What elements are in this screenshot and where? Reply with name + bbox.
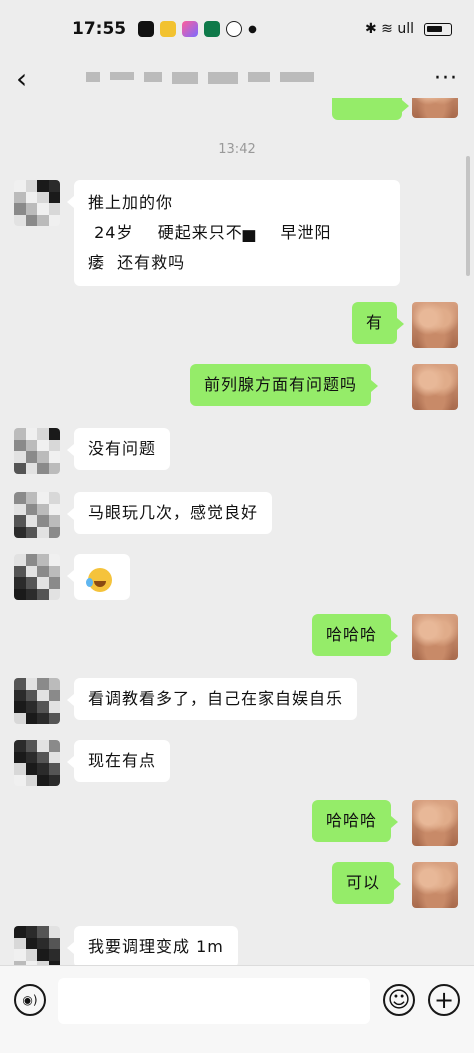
chat-title-redacted [86, 72, 314, 84]
avatar[interactable] [412, 862, 458, 908]
avatar[interactable] [412, 364, 458, 410]
avatar[interactable] [14, 740, 60, 786]
plus-icon[interactable]: + [428, 984, 460, 1016]
message-text: 马眼玩几次，感觉良好 [88, 503, 259, 522]
message-text: 推上加的你 [88, 193, 174, 212]
message-text: 我要调理变成 1m [88, 937, 224, 956]
message-bubble-received[interactable]: 没有问题 [66, 428, 171, 470]
message-text: 现在有点 [88, 751, 157, 770]
message-bubble-received[interactable]: 现在有点 [66, 740, 171, 782]
status-app-icons: ● [138, 21, 257, 37]
tiktok-icon [138, 21, 155, 37]
emoji-icon[interactable]: ☺ [383, 984, 415, 1016]
app-icon [204, 21, 221, 37]
back-chevron-icon[interactable]: ‹ [16, 62, 46, 95]
status-bar: 17:55 ● ✱ ≋ ull [0, 0, 474, 58]
chat-header: ‹ ··· [0, 58, 474, 98]
more-icon[interactable]: ··· [434, 66, 458, 91]
message-bubble-sent[interactable]: 可以 [332, 862, 402, 904]
status-time: 17:55 [72, 19, 127, 39]
avatar[interactable] [412, 614, 458, 660]
message-text: 哈哈哈 [326, 625, 378, 644]
message-bubble-sent[interactable]: 哈哈哈 [312, 800, 399, 842]
avatar[interactable] [412, 800, 458, 846]
message-text: 前列腺方面有问题吗 [204, 375, 358, 394]
message-bubble-received[interactable] [67, 554, 130, 600]
message-input[interactable] [58, 978, 370, 1024]
message-text: 没有问题 [88, 439, 157, 458]
avatar[interactable] [14, 926, 60, 965]
signal-icons: ✱ ≋ ull [364, 21, 414, 37]
avatar[interactable] [14, 180, 60, 226]
message-bubble-received[interactable]: 马眼玩几次，感觉良好 [66, 492, 273, 534]
message-bubble-sent[interactable] [332, 98, 409, 120]
avatar[interactable] [14, 428, 60, 474]
avatar[interactable] [412, 302, 458, 348]
avatar[interactable] [14, 678, 60, 724]
avatar[interactable] [14, 554, 60, 600]
app-icon [160, 21, 177, 37]
input-bar: ◉) ☺ + [0, 965, 474, 1053]
wechat-icon [226, 21, 243, 37]
message-bubble-received[interactable]: 看调教看多了，自己在家自娱自乐 [66, 678, 358, 720]
chat-message-list[interactable]: 13:42 推上加的你 24岁 硬起来只不▅ 早泄阳 痿 还有救吗 有 前列腺方… [0, 98, 474, 965]
message-text: 24岁 硬起来只不▅ 早泄阳 [88, 223, 332, 242]
message-row [0, 98, 474, 124]
message-text: 可以 [346, 873, 381, 892]
message-bubble-sent[interactable]: 前列腺方面有问题吗 [190, 364, 379, 406]
voice-icon[interactable]: ◉) [14, 984, 46, 1016]
scrollbar[interactable] [466, 156, 470, 276]
message-bubble-received[interactable]: 我要调理变成 1m [67, 926, 238, 965]
message-bubble-sent[interactable]: 哈哈哈 [312, 614, 399, 656]
laughing-crying-face-icon [86, 567, 112, 592]
message-text: 看调教看多了，自己在家自娱自乐 [88, 689, 344, 708]
message-text: 有 [366, 313, 384, 332]
message-bubble-received[interactable]: 推上加的你 24岁 硬起来只不▅ 早泄阳 痿 还有救吗 [67, 180, 400, 286]
message-text: 痿 还有救吗 [88, 253, 186, 272]
avatar[interactable] [14, 492, 60, 538]
dot-icon: ● [248, 23, 257, 35]
avatar[interactable] [412, 98, 458, 118]
timestamp: 13:42 [218, 142, 256, 157]
message-bubble-sent[interactable]: 有 [352, 302, 405, 344]
app-icon [182, 21, 199, 37]
battery-icon [424, 22, 452, 36]
message-text: 哈哈哈 [326, 811, 378, 830]
status-right: ✱ ≋ ull [365, 21, 452, 37]
